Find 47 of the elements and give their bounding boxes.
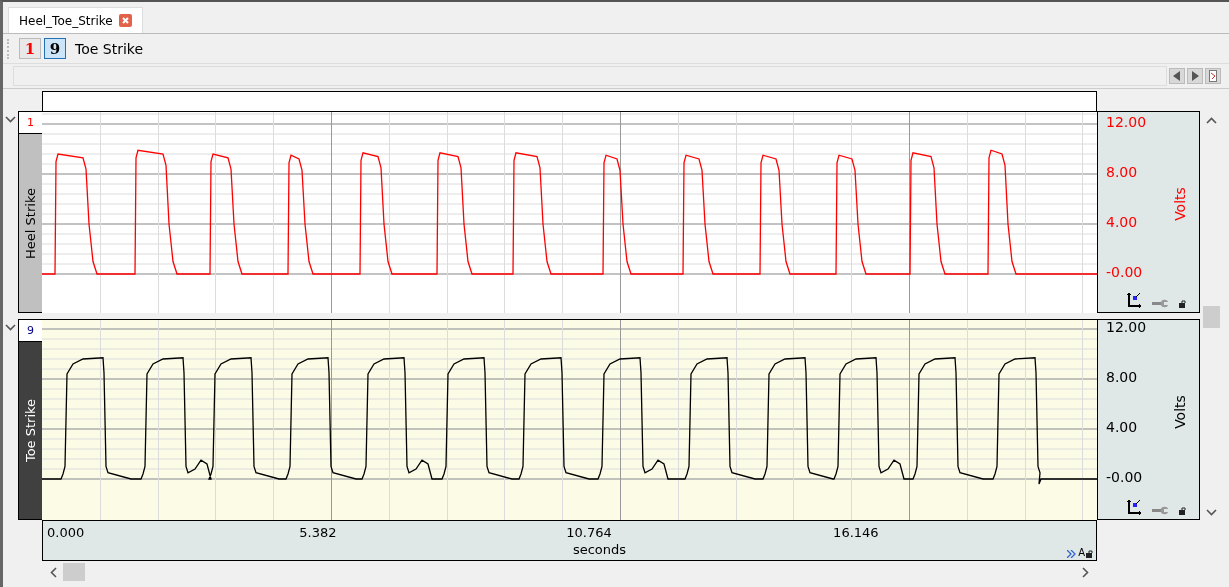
axis-tick-label: 16.146 <box>832 525 880 540</box>
chevron-up-icon[interactable] <box>1206 117 1217 124</box>
double-chevron-icon[interactable] <box>1067 550 1078 558</box>
axes-icon[interactable] <box>1126 292 1142 308</box>
axes-icon[interactable] <box>1126 499 1142 515</box>
axis-unit-label: Volts <box>1172 395 1189 429</box>
pin-icon <box>1209 70 1217 82</box>
tab-label: Heel_Toe_Strike <box>19 13 113 28</box>
axis-tick-label: 8.00 <box>1106 369 1138 385</box>
channel-label[interactable]: Toe Strike <box>19 342 42 519</box>
axis-tick-label: 4.00 <box>1106 419 1138 435</box>
lock-icon[interactable] <box>1086 550 1093 558</box>
channel-number: 9 <box>19 320 42 342</box>
lock-icon[interactable] <box>1179 300 1186 308</box>
scrollbar-thumb[interactable] <box>1203 305 1220 328</box>
axis-tick-label: 10.764 <box>565 525 613 540</box>
scroll-left-button[interactable] <box>1169 68 1185 84</box>
axis-tick-label: -0.00 <box>1106 264 1143 280</box>
close-icon[interactable] <box>118 14 132 27</box>
axis-tick-label: 8.00 <box>1106 164 1138 180</box>
axis-tick-label: 12.00 <box>1106 114 1147 130</box>
wrench-icon[interactable] <box>1152 506 1169 515</box>
axis-tick-label: 5.382 <box>298 525 338 540</box>
axis-tick-label: 4.00 <box>1106 214 1138 230</box>
channel-number: 1 <box>19 112 42 134</box>
channel-button[interactable]: 9 <box>44 38 66 59</box>
chevron-left-icon[interactable] <box>50 566 57 578</box>
triangle-left-icon <box>1173 71 1181 81</box>
wrench-icon[interactable] <box>1152 299 1169 308</box>
autoscale-label[interactable]: A <box>1078 548 1085 558</box>
channel-label[interactable]: Heel Strike <box>19 134 42 312</box>
chevron-down-icon[interactable] <box>1206 509 1217 516</box>
scroll-right-button[interactable] <box>1187 68 1203 84</box>
axis-tick-label: -0.00 <box>1106 469 1143 485</box>
axis-tick-label: 0.000 <box>46 525 86 540</box>
triangle-right-icon <box>1191 71 1199 81</box>
pin-button[interactable] <box>1205 68 1221 84</box>
axis-title: seconds <box>572 542 627 557</box>
chevron-right-icon[interactable] <box>1082 566 1089 578</box>
lock-icon[interactable] <box>1179 507 1186 515</box>
scrollbar-thumb[interactable] <box>63 563 85 581</box>
document-tab[interactable]: Heel_Toe_Strike <box>8 7 143 33</box>
chevron-down-icon[interactable] <box>5 324 16 331</box>
channel-title: Toe Strike <box>75 40 144 57</box>
axis-unit-label: Volts <box>1172 187 1189 221</box>
chevron-down-icon[interactable] <box>5 116 16 123</box>
axis-tick-label: 12.00 <box>1106 319 1147 335</box>
